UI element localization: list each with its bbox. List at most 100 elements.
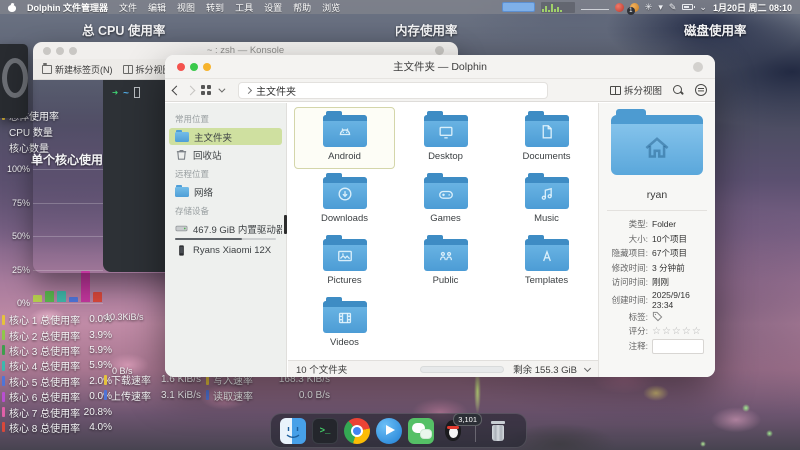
menubar-menu-item[interactable]: 编辑 <box>148 1 166 14</box>
videos-emblem-icon <box>338 312 351 324</box>
clock[interactable]: 1月20日 周二 08:10 <box>713 1 792 14</box>
folder-item-label: Videos <box>330 336 359 348</box>
folder-item[interactable]: Pictures <box>294 231 395 293</box>
dolphin-window[interactable]: 主文件夹 — Dolphin 主文件夹 拆分视图 常用位置 主文件夹 回收站 远… <box>165 55 715 377</box>
active-app-name[interactable]: Dolphin 文件管理器 <box>27 1 108 14</box>
tray-color-widget[interactable] <box>501 2 535 12</box>
forward-button[interactable] <box>185 85 196 95</box>
folder-item-label: Music <box>534 212 559 224</box>
info-detail-label: 注释: <box>628 341 648 351</box>
breadcrumb-location[interactable]: 主文件夹 <box>256 83 296 98</box>
folder-item-label: Android <box>328 150 361 162</box>
legend-color-chip <box>104 374 107 385</box>
tag-icon[interactable] <box>652 311 663 322</box>
dolphin-titlebar[interactable]: 主文件夹 — Dolphin <box>165 55 715 79</box>
titlebar-extra-button[interactable] <box>693 61 703 72</box>
folder-item[interactable]: Public <box>395 231 496 293</box>
places-item[interactable]: 467.9 GiB 内置驱动器 [nvm… <box>169 220 282 237</box>
dock-trash-icon[interactable] <box>485 418 511 444</box>
new-tab-button[interactable]: 新建标签页(N) <box>42 62 113 76</box>
folder-item[interactable]: Videos <box>294 293 395 355</box>
menubar-menu-item[interactable]: 浏览 <box>322 1 340 14</box>
view-mode-icon-button[interactable] <box>201 85 211 95</box>
tray-notification-icon[interactable]: 1 <box>626 2 639 15</box>
templates-emblem-icon <box>542 249 551 261</box>
legend-color-chip <box>104 390 107 401</box>
search-icon[interactable] <box>673 84 684 96</box>
menubar-menu-item[interactable]: 设置 <box>264 1 282 14</box>
legend-color-chip <box>2 376 5 387</box>
info-detail-label: 隐藏项目: <box>611 248 648 259</box>
battery-icon[interactable] <box>682 4 696 10</box>
menubar-menu-item[interactable]: 文件 <box>119 1 137 14</box>
folder-item-label: Templates <box>524 274 569 286</box>
legend-value: 0.0 B/s <box>298 389 330 401</box>
menubar-menu-item[interactable]: 视图 <box>177 1 195 14</box>
android-emblem-icon <box>339 128 350 135</box>
chevron-down-icon[interactable] <box>583 364 592 372</box>
network-rate-row: 上传速率 3.1 KiB/s <box>104 388 201 404</box>
folder-item-label: Pictures <box>327 274 362 286</box>
folder-item[interactable]: Documents <box>496 107 597 169</box>
titlebar-extra-button[interactable] <box>435 46 444 55</box>
qq-penguin-scarf <box>447 425 459 429</box>
dock-chrome-icon[interactable] <box>344 417 370 444</box>
info-detail-row: 访问时间: 刚刚 <box>599 275 715 290</box>
menubar-menu-item[interactable]: 转到 <box>206 1 224 14</box>
info-detail-value: 67个项目 <box>652 248 687 259</box>
tray-graph-widget[interactable] <box>540 1 575 13</box>
back-button[interactable] <box>171 85 182 95</box>
folder-item[interactable]: Downloads <box>294 169 395 231</box>
places-item[interactable]: 回收站 <box>169 146 282 163</box>
places-item[interactable]: 网络 <box>169 183 282 200</box>
tray-app-icon[interactable] <box>614 2 624 12</box>
panel-resize-handle[interactable] <box>284 215 287 234</box>
info-detail-label: 类型: <box>628 219 648 230</box>
info-detail-label: 评分: <box>628 326 648 337</box>
prompt-path: ~ <box>123 89 130 100</box>
folder-item[interactable]: Music <box>496 169 597 231</box>
legend-label: 核心 6 总使用率 <box>9 393 81 405</box>
games-emblem-icon <box>438 190 453 199</box>
hard-drive-icon <box>175 225 188 232</box>
split-view-button[interactable]: 拆分视图 <box>609 83 662 97</box>
location-breadcrumb[interactable]: 主文件夹 <box>238 81 548 99</box>
device-usage-fill <box>175 238 242 240</box>
folder-item[interactable]: Android <box>294 107 395 169</box>
dock-terminal-icon[interactable]: >_ <box>312 417 338 444</box>
dock-media-player-icon[interactable] <box>376 417 402 444</box>
folder-item[interactable]: Templates <box>496 231 597 293</box>
downloads-emblem-icon <box>338 187 351 201</box>
terminal-glyph: >_ <box>319 425 331 436</box>
rating-stars[interactable]: ☆☆☆☆☆ <box>652 326 702 337</box>
places-item[interactable]: Ryans Xiaomi 12X <box>169 242 282 259</box>
view-mode-dropdown-icon[interactable] <box>218 85 226 93</box>
folder-view[interactable]: Android Desktop Documents Downloads Games Mus… <box>288 103 598 360</box>
folder-item[interactable]: Games <box>395 169 496 231</box>
menubar-menu-item[interactable]: 帮助 <box>293 1 311 14</box>
comment-input[interactable] <box>652 338 704 354</box>
legend-label: 读取速率 <box>213 391 253 403</box>
info-detail-value: 10个项目 <box>652 233 687 244</box>
info-details-list: 类型: Folder 大小: 10个项目 隐藏项目: 67个项目 修改时间: 3 分钟前 访问时… <box>599 217 715 354</box>
info-item-name: ryan <box>646 189 668 201</box>
axis-tick-label: 25% <box>11 264 30 275</box>
hamburger-menu-icon[interactable] <box>695 84 707 96</box>
tray-arrow-icon[interactable]: ▾ <box>658 2 663 12</box>
places-section-title: 存储设备 <box>175 206 210 216</box>
tray-expand-icon[interactable]: ⌄ <box>699 2 707 12</box>
dock-wechat-icon[interactable] <box>408 417 434 444</box>
legend-label: 下载速率 <box>111 376 151 388</box>
legend-value: 3.9% <box>89 329 112 341</box>
tray-line-widget[interactable] <box>580 2 609 13</box>
dock-file-manager-icon[interactable] <box>280 417 306 444</box>
tray-pen-icon[interactable]: ✎ <box>669 2 677 12</box>
menubar-menu-item[interactable]: 工具 <box>235 1 253 14</box>
core-usage-row: 核心 6 总使用率 0.0% <box>2 389 112 404</box>
folder-item[interactable]: Desktop <box>395 107 496 169</box>
dock-qq-icon[interactable]: 3,101 <box>440 412 482 444</box>
tray-settings-icon[interactable]: ✳ <box>645 2 653 12</box>
core-usage-row: 核心 7 总使用率 20.8% <box>2 404 112 420</box>
places-item[interactable]: 主文件夹 <box>169 128 282 145</box>
system-logo-icon[interactable] <box>8 3 16 12</box>
